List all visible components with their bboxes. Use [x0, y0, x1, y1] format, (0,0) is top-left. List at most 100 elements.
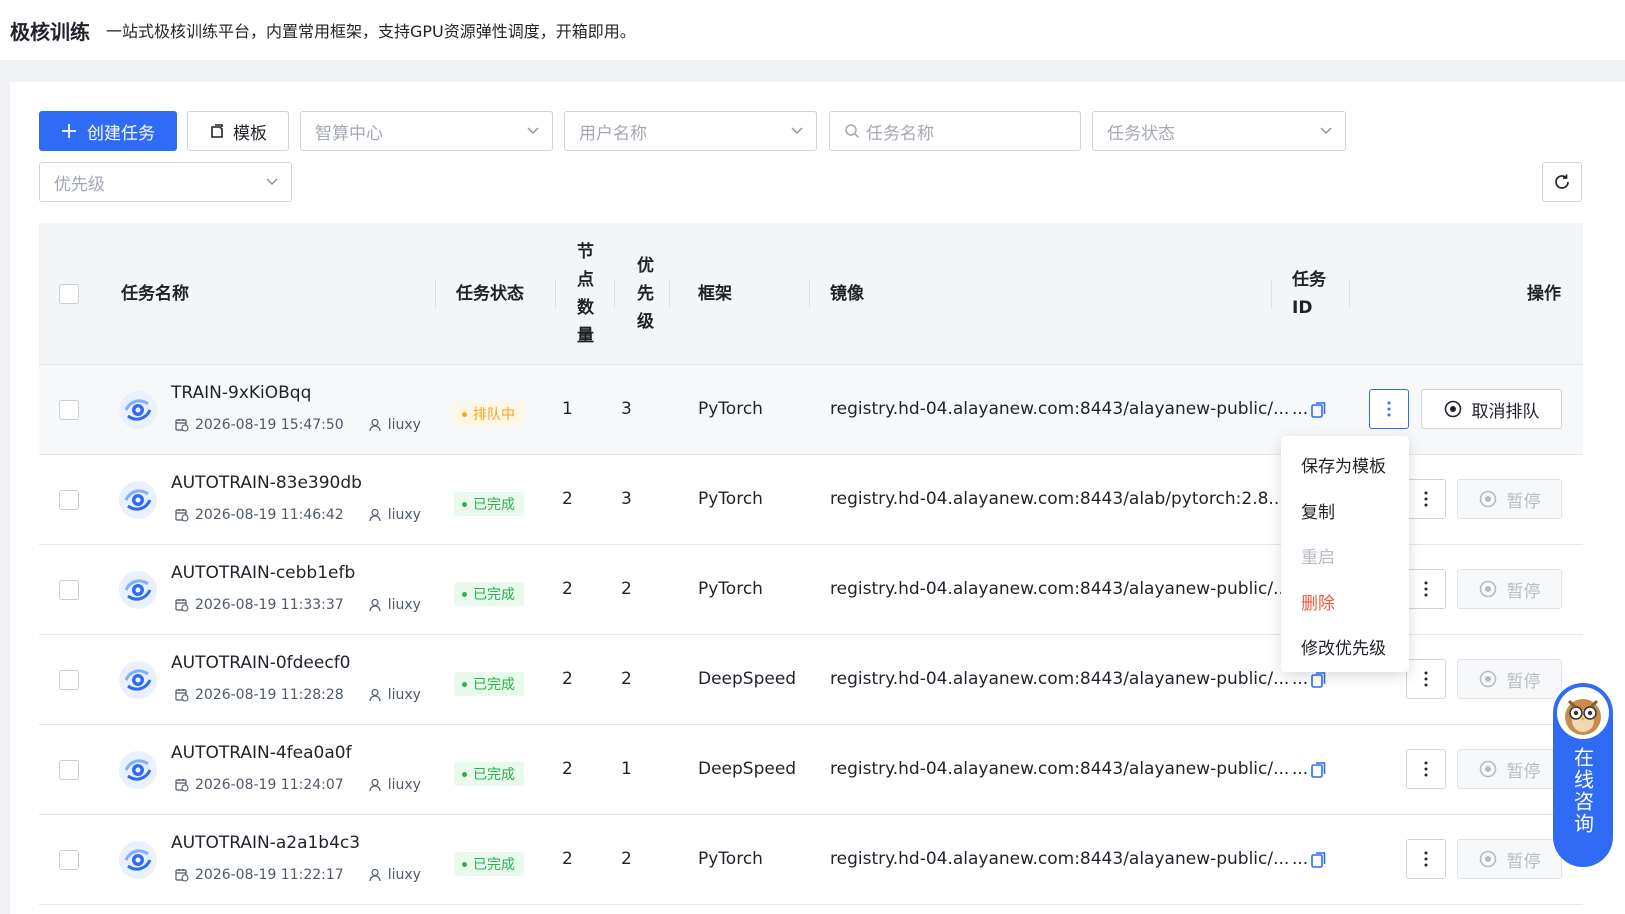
menu-item-save-template[interactable]: 保存为模板	[1281, 442, 1409, 488]
column-header-name: 任务名称	[121, 284, 189, 304]
pause-circle-icon	[1479, 760, 1496, 778]
status-text: 已完成	[473, 767, 515, 783]
task-created-time: 2026-08-19 11:24:07	[195, 777, 344, 793]
task-created-time: 2026-08-19 11:22:17	[195, 867, 344, 883]
pause-circle-icon	[1479, 490, 1496, 508]
cancel-queue-button[interactable]: 取消排队	[1421, 389, 1562, 429]
row-checkbox[interactable]	[59, 490, 79, 510]
status-text: 已完成	[473, 857, 515, 873]
calendar-clock-icon	[175, 869, 189, 882]
task-name[interactable]: AUTOTRAIN-4fea0a0f	[171, 743, 352, 763]
copy-icon[interactable]	[1311, 761, 1327, 779]
task-id-value: ...	[1292, 669, 1309, 689]
copy-icon[interactable]	[1311, 401, 1327, 419]
calendar-clock-icon	[175, 419, 189, 432]
copy-icon[interactable]	[1311, 671, 1327, 689]
create-task-button[interactable]: 创建任务	[39, 111, 177, 151]
more-actions-button[interactable]	[1406, 839, 1446, 879]
page-title: 极核训练	[10, 19, 90, 44]
refresh-button[interactable]	[1542, 162, 1582, 202]
status-badge: 已完成	[454, 852, 524, 876]
action-label: 取消排队	[1471, 401, 1540, 422]
node-count: 2	[562, 669, 573, 689]
column-header-image: 镜像	[830, 284, 864, 304]
priority-value: 1	[621, 759, 632, 779]
priority-value: 2	[621, 579, 632, 599]
more-actions-button[interactable]	[1406, 569, 1446, 609]
menu-item-copy[interactable]: 复制	[1281, 488, 1409, 534]
online-consult-label: 在线咨询	[1570, 747, 1595, 835]
column-divider	[669, 280, 670, 308]
task-user: liuxy	[387, 777, 421, 793]
framework-value: PyTorch	[698, 849, 763, 869]
node-count: 2	[562, 849, 573, 869]
row-checkbox[interactable]	[59, 400, 79, 420]
task-avatar-icon	[119, 391, 157, 429]
framework-value: DeepSpeed	[698, 759, 797, 779]
chevron-down-icon	[527, 127, 539, 134]
action-label: 暂停	[1506, 671, 1541, 692]
node-count: 2	[562, 489, 573, 509]
more-vertical-icon	[1387, 401, 1391, 417]
status-badge: 已完成	[454, 762, 524, 786]
more-vertical-icon	[1424, 761, 1428, 777]
task-id-value: ...	[1292, 759, 1309, 779]
task-name[interactable]: AUTOTRAIN-cebb1efb	[171, 563, 355, 583]
priority-placeholder: 优先级	[54, 174, 105, 195]
select-all-checkbox[interactable]	[59, 284, 79, 304]
priority-select[interactable]: 优先级	[39, 162, 292, 202]
task-status-select[interactable]: 任务状态	[1092, 111, 1346, 151]
user-icon	[369, 598, 381, 612]
user-name-placeholder: 用户名称	[579, 123, 647, 144]
status-dot	[462, 411, 467, 417]
task-meta: 2026-08-19 11:28:28 liuxy	[175, 687, 421, 703]
more-vertical-icon	[1424, 671, 1428, 687]
task-id-value: ...	[1292, 849, 1309, 869]
priority-value: 2	[621, 849, 632, 869]
task-meta: 2026-08-19 11:33:37 liuxy	[175, 597, 421, 613]
page-description: 一站式极核训练平台，内置常用框架，支持GPU资源弹性调度，开箱即用。	[106, 22, 636, 41]
action-label: 暂停	[1506, 761, 1541, 782]
row-checkbox[interactable]	[59, 580, 79, 600]
copy-icon[interactable]	[1311, 851, 1327, 869]
task-name[interactable]: AUTOTRAIN-0fdeecf0	[171, 653, 351, 673]
image-value: registry.hd-04.alayanew.com:8443/alab/py…	[830, 489, 1291, 509]
menu-item-delete[interactable]: 删除	[1281, 579, 1409, 625]
task-name-placeholder: 任务名称	[866, 123, 934, 144]
task-name[interactable]: AUTOTRAIN-83e390db	[171, 473, 362, 493]
pause-button: 暂停	[1457, 839, 1562, 879]
online-consult-button[interactable]: 在线咨询	[1553, 683, 1613, 867]
more-actions-button[interactable]	[1406, 479, 1446, 519]
more-actions-menu: 保存为模板 复制 重启 删除 修改优先级	[1281, 436, 1409, 672]
pause-circle-icon	[1479, 850, 1496, 868]
column-header-priority: 优先级	[637, 256, 654, 332]
menu-item-change-priority[interactable]: 修改优先级	[1281, 624, 1409, 670]
row-checkbox[interactable]	[59, 760, 79, 780]
status-badge: 排队中	[454, 402, 524, 426]
pause-button: 暂停	[1457, 569, 1562, 609]
image-value: registry.hd-04.alayanew.com:8443/alayane…	[830, 759, 1290, 779]
more-actions-button[interactable]	[1369, 389, 1409, 429]
pause-button: 暂停	[1457, 749, 1562, 789]
user-icon	[369, 418, 381, 432]
task-avatar-icon	[119, 571, 157, 609]
create-task-label: 创建任务	[87, 123, 155, 144]
computing-center-select[interactable]: 智算中心	[300, 111, 553, 151]
table-row[interactable]: AUTOTRAIN-a2a1b4c3 2026-08-19 11:22:17 l…	[39, 815, 1583, 905]
framework-value: PyTorch	[698, 489, 763, 509]
task-name[interactable]: AUTOTRAIN-a2a1b4c3	[171, 833, 360, 853]
user-icon	[369, 868, 381, 882]
table-row[interactable]: AUTOTRAIN-4fea0a0f 2026-08-19 11:24:07 l…	[39, 725, 1583, 815]
user-name-select[interactable]: 用户名称	[564, 111, 817, 151]
calendar-clock-icon	[175, 779, 189, 792]
task-name-search-input[interactable]: 任务名称	[829, 111, 1081, 151]
column-header-nodes: 节点数量	[577, 242, 594, 346]
row-checkbox[interactable]	[59, 670, 79, 690]
more-actions-button[interactable]	[1406, 749, 1446, 789]
template-button[interactable]: 模板	[187, 111, 289, 151]
more-actions-button[interactable]	[1406, 659, 1446, 699]
task-name[interactable]: TRAIN-9xKiOBqq	[171, 383, 311, 403]
row-checkbox[interactable]	[59, 850, 79, 870]
stop-circle-icon	[1444, 400, 1461, 418]
column-header-task-id: 任务 ID	[1292, 270, 1326, 318]
